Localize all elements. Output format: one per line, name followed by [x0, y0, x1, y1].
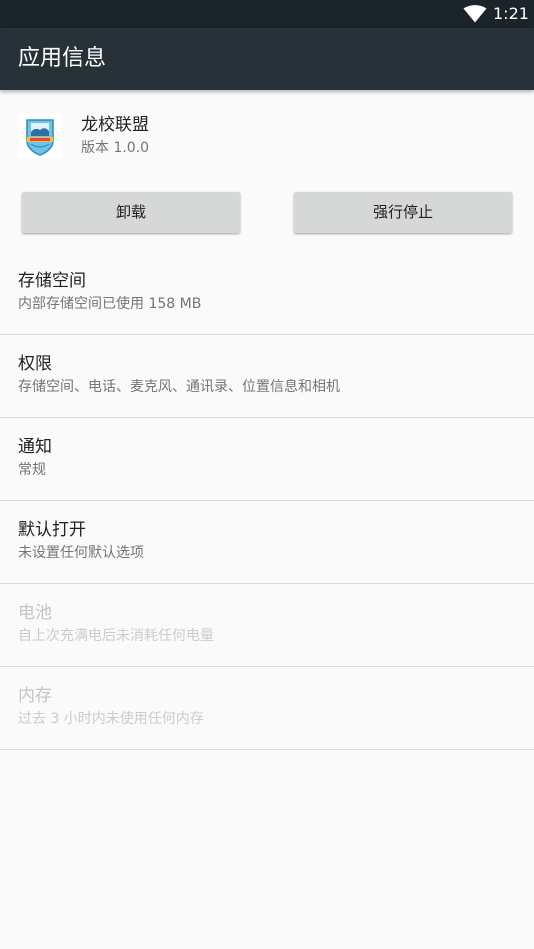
item-title: 通知	[18, 437, 52, 457]
app-name: 龙校联盟	[81, 115, 149, 135]
item-title: 电池	[18, 603, 52, 623]
app-bar: 应用信息	[0, 28, 534, 90]
app-info-list: 存储空间 内部存储空间已使用 158 MB 权限 存储空间、电话、麦克风、通讯录…	[0, 252, 534, 750]
item-title: 权限	[18, 354, 52, 374]
item-subtitle: 内部存储空间已使用 158 MB	[18, 296, 202, 312]
wifi-icon	[463, 5, 487, 23]
item-title: 内存	[18, 686, 52, 706]
item-title: 存储空间	[18, 271, 86, 291]
list-item-memory: 内存 过去 3 小时内未使用任何内存	[0, 667, 534, 750]
app-version: 版本 1.0.0	[81, 140, 150, 156]
item-title: 默认打开	[18, 520, 86, 540]
app-header: 龙校联盟 版本 1.0.0	[0, 90, 534, 180]
status-bar: 1:21	[0, 0, 534, 28]
list-item-notifications[interactable]: 通知 常规	[0, 418, 534, 501]
item-subtitle: 过去 3 小时内未使用任何内存	[18, 711, 204, 727]
item-subtitle: 常规	[18, 462, 46, 478]
list-item-open-by-default[interactable]: 默认打开 未设置任何默认选项	[0, 501, 534, 584]
item-subtitle: 存储空间、电话、麦克风、通讯录、位置信息和相机	[18, 379, 340, 395]
list-item-permissions[interactable]: 权限 存储空间、电话、麦克风、通讯录、位置信息和相机	[0, 335, 534, 418]
uninstall-button[interactable]: 卸载	[22, 192, 240, 233]
app-logo-icon	[18, 114, 62, 158]
list-item-storage[interactable]: 存储空间 内部存储空间已使用 158 MB	[0, 252, 534, 335]
item-subtitle: 自上次充满电后未消耗任何电量	[18, 628, 214, 644]
item-subtitle: 未设置任何默认选项	[18, 545, 144, 561]
force-stop-button[interactable]: 强行停止	[294, 192, 512, 233]
list-item-battery: 电池 自上次充满电后未消耗任何电量	[0, 584, 534, 667]
page-title: 应用信息	[18, 46, 107, 71]
status-time: 1:21	[493, 4, 529, 23]
